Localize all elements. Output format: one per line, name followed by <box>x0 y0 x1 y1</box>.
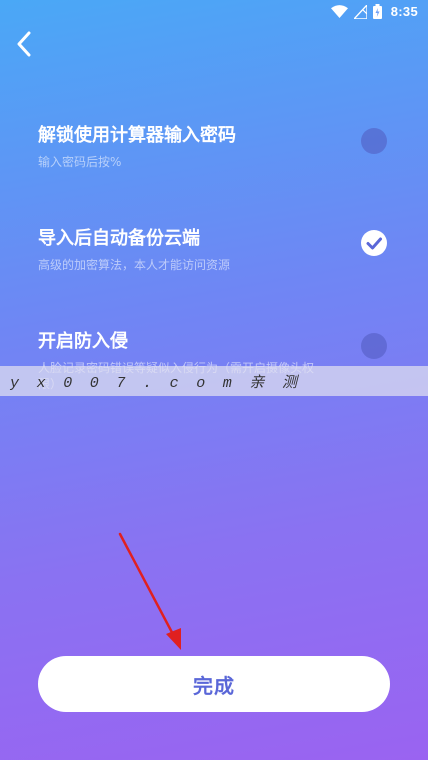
done-button-label: 完成 <box>193 673 235 698</box>
screen: 8:35 解锁使用计算器输入密码 输入密码后按% 导入后自动备份云端 高级的加密… <box>0 0 428 760</box>
setting-description: 高级的加密算法，本人才能访问资源 <box>38 258 231 272</box>
red-arrow-annotation <box>118 532 181 650</box>
done-button[interactable]: 完成 <box>38 656 390 712</box>
setting-row-cloud-backup: 导入后自动备份云端 高级的加密算法，本人才能访问资源 <box>38 227 400 273</box>
back-button[interactable] <box>10 31 38 61</box>
watermark-text: yx007.com亲测 <box>10 374 315 392</box>
setting-title: 开启防入侵 <box>38 331 128 352</box>
checkmark-icon <box>366 237 382 250</box>
setting-description: 输入密码后按% <box>38 155 122 169</box>
cloud-backup-toggle[interactable] <box>361 230 387 256</box>
chevron-left-icon <box>16 31 32 61</box>
setting-row-calculator-unlock: 解锁使用计算器输入密码 输入密码后按% <box>38 124 400 170</box>
status-icons: 8:35 <box>330 4 418 19</box>
setting-title: 导入后自动备份云端 <box>38 228 200 249</box>
status-bar: 8:35 <box>0 0 428 26</box>
calculator-unlock-toggle[interactable] <box>361 128 387 154</box>
battery-icon <box>372 4 382 19</box>
signal-icon <box>353 4 367 19</box>
status-time: 8:35 <box>390 4 418 19</box>
wifi-icon <box>330 5 348 18</box>
intrusion-protection-toggle[interactable] <box>361 333 387 359</box>
setting-title: 解锁使用计算器输入密码 <box>38 125 236 146</box>
watermark: yx007.com亲测 <box>0 366 428 396</box>
